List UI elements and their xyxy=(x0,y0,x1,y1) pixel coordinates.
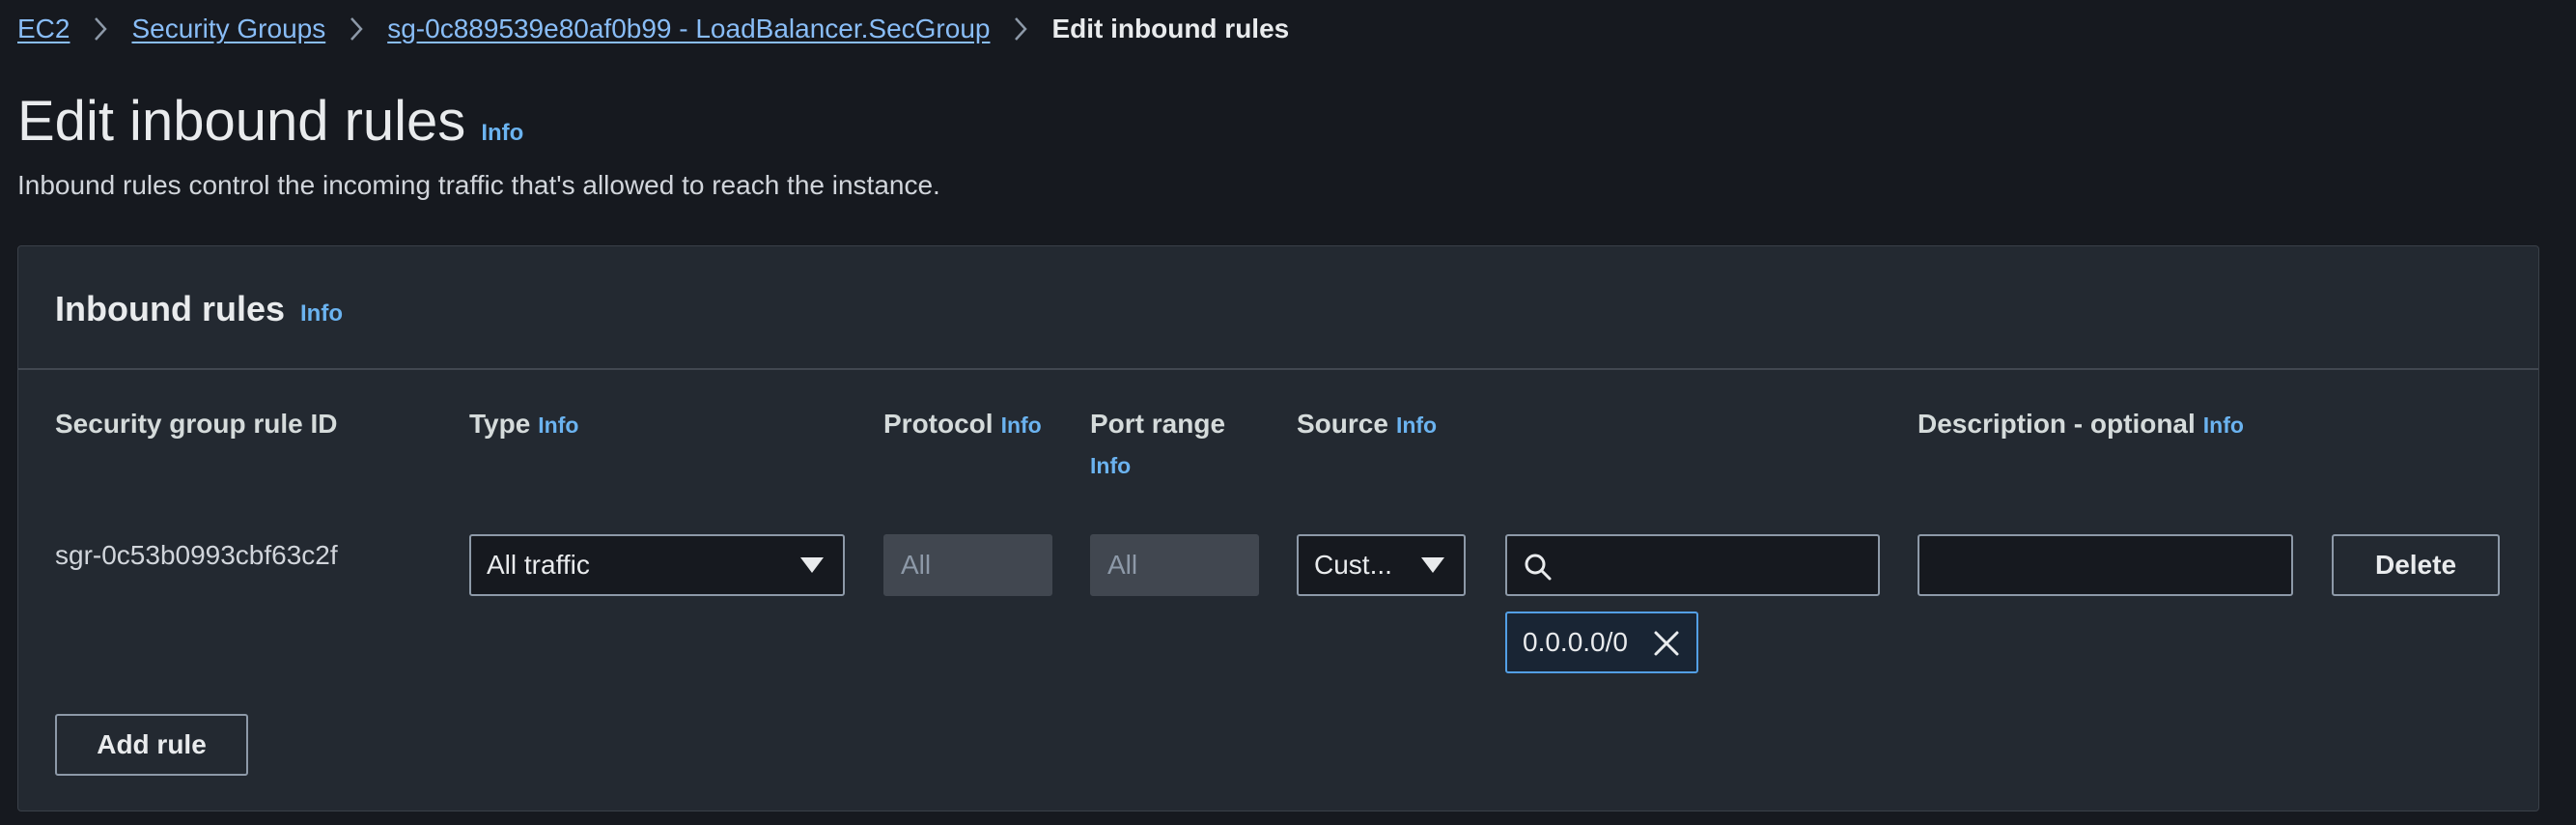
source-type-value: Cust... xyxy=(1314,550,1392,580)
caret-down-icon xyxy=(800,557,824,573)
type-info-link[interactable]: Info xyxy=(538,412,578,438)
rule-id: sgr-0c53b0993cbf63c2f xyxy=(55,540,338,570)
source-type-select[interactable]: Cust... xyxy=(1297,534,1466,596)
type-select-value: All traffic xyxy=(487,550,590,580)
source-token-label: 0.0.0.0/0 xyxy=(1523,627,1628,657)
add-rule-button[interactable]: Add rule xyxy=(55,714,248,776)
column-label: Type xyxy=(469,409,531,439)
breadcrumb-security-groups[interactable]: Security Groups xyxy=(131,14,325,44)
delete-rule-button[interactable]: Delete xyxy=(2332,534,2500,596)
chevron-right-icon xyxy=(990,16,1051,42)
column-label: Description - optional xyxy=(1918,409,2196,439)
breadcrumb-security-group[interactable]: sg-0c889539e80af0b99 - LoadBalancer.SecG… xyxy=(387,14,990,44)
protocol-value: All xyxy=(901,550,932,580)
page-header: Edit inbound rules Info xyxy=(17,89,523,154)
column-label: Protocol xyxy=(883,409,994,439)
chevron-right-icon xyxy=(325,16,387,42)
port-range-field: All xyxy=(1090,534,1259,596)
panel-title-row: Inbound rules Info xyxy=(55,289,343,329)
column-label: Source xyxy=(1297,409,1388,439)
description-input[interactable] xyxy=(1918,534,2293,596)
column-label: Security group rule ID xyxy=(55,409,338,439)
page-info-link[interactable]: Info xyxy=(481,120,523,147)
column-header-port-range: Port range xyxy=(1090,409,1225,440)
column-header-protocol: Protocol Info xyxy=(883,409,1042,440)
column-header-source: Source Info xyxy=(1297,409,1437,440)
column-label: Port range xyxy=(1090,409,1226,439)
panel-info-link[interactable]: Info xyxy=(300,300,343,327)
panel-title: Inbound rules xyxy=(55,289,285,328)
page-description: Inbound rules control the incoming traff… xyxy=(17,170,940,200)
panel-header: Inbound rules Info xyxy=(18,246,2538,370)
source-token: 0.0.0.0/0 xyxy=(1505,612,1698,673)
caret-down-icon xyxy=(1421,557,1444,573)
inbound-rules-panel: Inbound rules Info Security group rule I… xyxy=(17,245,2539,811)
chevron-right-icon xyxy=(70,16,131,42)
port-range-info-link[interactable]: Info xyxy=(1090,453,1131,479)
breadcrumb: EC2 Security Groups sg-0c889539e80af0b99… xyxy=(17,10,1289,48)
column-header-rule-id: Security group rule ID xyxy=(55,409,338,440)
protocol-info-link[interactable]: Info xyxy=(1001,412,1042,438)
close-icon[interactable] xyxy=(1652,629,1681,658)
description-info-link[interactable]: Info xyxy=(2203,412,2244,438)
column-header-description: Description - optional Info xyxy=(1918,409,2244,440)
source-info-link[interactable]: Info xyxy=(1396,412,1437,438)
type-select[interactable]: All traffic xyxy=(469,534,845,596)
page-title: Edit inbound rules xyxy=(17,90,466,153)
breadcrumb-current: Edit inbound rules xyxy=(1051,14,1290,43)
port-range-value: All xyxy=(1107,550,1138,580)
column-header-type: Type Info xyxy=(469,409,578,440)
search-icon xyxy=(1525,554,1552,581)
protocol-field: All xyxy=(883,534,1052,596)
breadcrumb-ec2[interactable]: EC2 xyxy=(17,14,70,44)
source-search-input[interactable] xyxy=(1505,534,1880,596)
